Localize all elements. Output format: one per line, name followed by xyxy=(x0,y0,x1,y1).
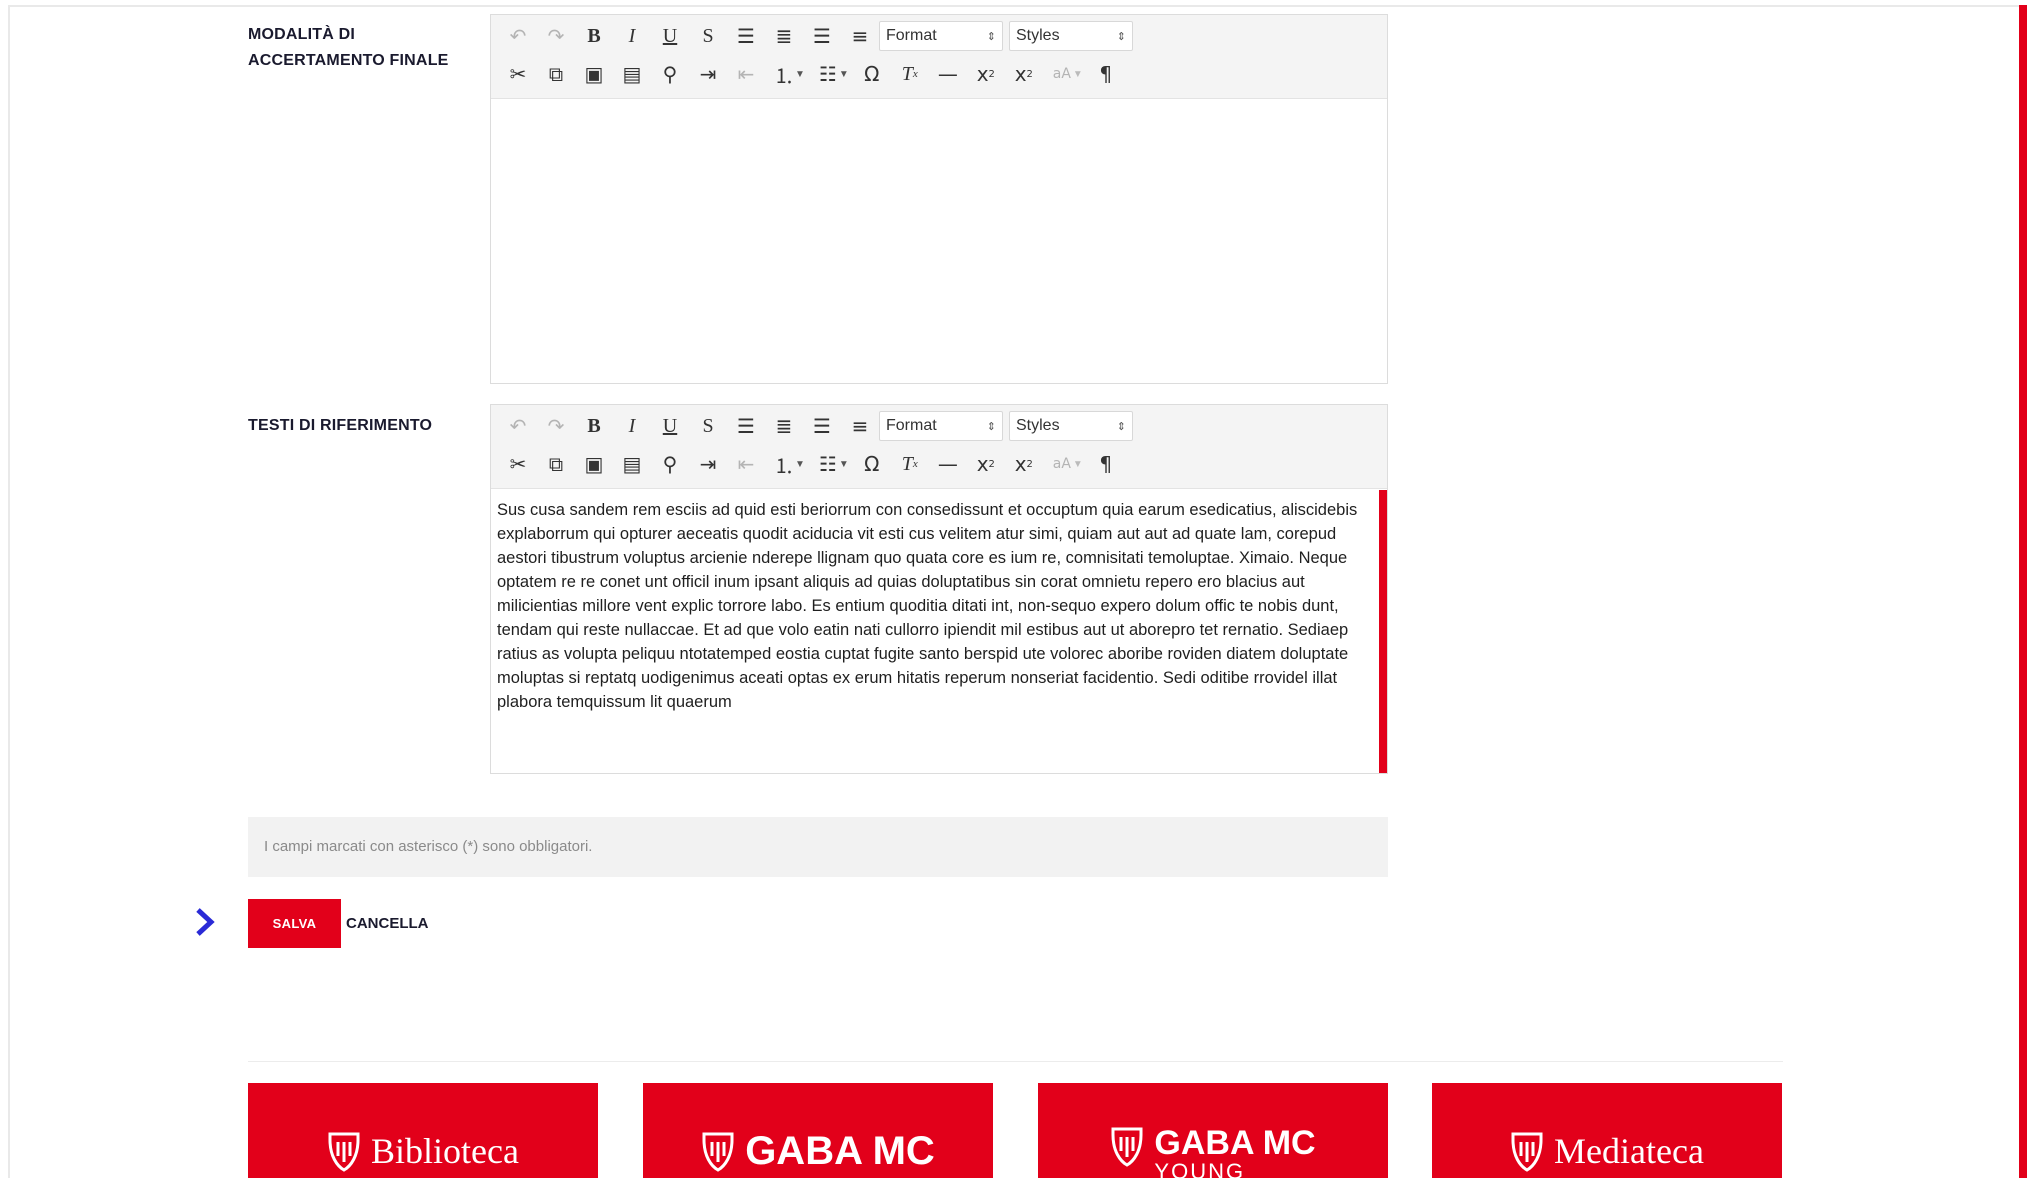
copy-icon[interactable]: ⧉ xyxy=(537,58,575,90)
gaba-logo-icon xyxy=(1111,1127,1143,1167)
undo-icon[interactable]: ↶ xyxy=(499,410,537,442)
dropdown-arrow-icon[interactable]: ▼ xyxy=(795,69,805,80)
styles-select[interactable]: Styles ⇕ xyxy=(1009,21,1133,51)
underline-icon[interactable]: U xyxy=(651,410,689,442)
paste-text-icon[interactable]: ▤ xyxy=(613,58,651,90)
special-char-icon[interactable]: Ω xyxy=(853,448,891,480)
redo-icon[interactable]: ↷ xyxy=(537,410,575,442)
editor-toolbar: ↶ ↷ B I U S ☰ ≣ ☰ ≡ Format ⇕ Styles ⇕ ✂ ⧉ … xyxy=(491,405,1387,489)
strike-icon[interactable]: S xyxy=(689,410,727,442)
field-label-modalita: MODALITÀ DI ACCERTAMENTO FINALE xyxy=(248,26,449,69)
field-label-testi: TESTI DI RIFERIMENTO xyxy=(248,417,433,434)
align-center-icon[interactable]: ≣ xyxy=(765,410,803,442)
tile-mediateca[interactable]: Mediateca xyxy=(1432,1083,1782,1178)
bold-icon[interactable]: B xyxy=(575,410,613,442)
clear-format-icon[interactable]: Tx xyxy=(891,58,929,90)
tile-biblioteca[interactable]: Biblioteca xyxy=(248,1083,598,1178)
format-select-label: Format xyxy=(886,417,937,434)
editor-modalita[interactable]: ↶ ↷ B I U S ☰ ≣ ☰ ≡ Format ⇕ Styles ⇕ ✂ ⧉ … xyxy=(490,14,1388,384)
indent-icon[interactable]: ⇥ xyxy=(689,448,727,480)
select-arrows-icon: ⇕ xyxy=(986,419,996,433)
align-right-icon[interactable]: ≡ xyxy=(841,410,879,442)
paste-icon[interactable]: ▣ xyxy=(575,58,613,90)
horizontal-rule-icon[interactable]: — xyxy=(929,448,967,480)
toolbar-row-1: ↶ ↷ B I U S ☰ ≣ ☰ ≡ Format ⇕ Styles ⇕ xyxy=(499,19,1139,53)
redo-icon[interactable]: ↷ xyxy=(537,20,575,52)
editor-testi[interactable]: ↶ ↷ B I U S ☰ ≣ ☰ ≡ Format ⇕ Styles ⇕ ✂ ⧉ … xyxy=(490,404,1388,774)
align-center-icon[interactable]: ≣ xyxy=(765,20,803,52)
tile-gaba-mc[interactable]: GABA MC xyxy=(643,1083,993,1178)
align-justify-icon[interactable]: ☰ xyxy=(727,20,765,52)
tile-subtitle: YOUNG xyxy=(1154,1159,1246,1178)
tile-title: GABA MC xyxy=(745,1129,935,1173)
align-left-icon[interactable]: ☰ xyxy=(803,410,841,442)
superscript-icon[interactable]: x2 xyxy=(1005,58,1043,90)
cancel-button[interactable]: CANCELLA xyxy=(346,911,429,937)
gaba-logo-icon xyxy=(702,1132,734,1172)
dropdown-arrow-icon[interactable]: ▼ xyxy=(839,69,849,80)
indent-icon[interactable]: ⇥ xyxy=(689,58,727,90)
paste-text-icon[interactable]: ▤ xyxy=(613,448,651,480)
align-left-icon[interactable]: ☰ xyxy=(803,20,841,52)
align-justify-icon[interactable]: ☰ xyxy=(727,410,765,442)
bold-icon[interactable]: B xyxy=(575,20,613,52)
tile-gaba-mc-young[interactable]: GABA MC YOUNG xyxy=(1038,1083,1388,1178)
special-char-icon[interactable]: Ω xyxy=(853,58,891,90)
tile-title-stack: GABA MC YOUNG xyxy=(1154,1125,1315,1178)
select-arrows-icon: ⇕ xyxy=(1116,29,1126,43)
cut-icon[interactable]: ✂ xyxy=(499,448,537,480)
align-right-icon[interactable]: ≡ xyxy=(841,20,879,52)
right-accent-stripe xyxy=(2019,5,2027,1178)
outdent-icon[interactable]: ⇤ xyxy=(727,58,765,90)
horizontal-rule-icon[interactable]: — xyxy=(929,58,967,90)
paste-icon[interactable]: ▣ xyxy=(575,448,613,480)
outdent-icon[interactable]: ⇤ xyxy=(727,448,765,480)
dropdown-arrow-icon[interactable]: ▼ xyxy=(1073,459,1083,470)
save-button[interactable]: SALVA xyxy=(248,899,341,948)
cut-icon[interactable]: ✂ xyxy=(499,58,537,90)
paragraph-icon[interactable]: ¶ xyxy=(1087,448,1125,480)
tile-title: Biblioteca xyxy=(371,1131,519,1171)
dropdown-arrow-icon[interactable]: ▼ xyxy=(839,459,849,470)
toolbar-row-1: ↶ ↷ B I U S ☰ ≣ ☰ ≡ Format ⇕ Styles ⇕ xyxy=(499,409,1139,443)
format-select-label: Format xyxy=(886,27,937,44)
toolbar-row-2: ✂ ⧉ ▣ ▤ ⚲ ⇥ ⇤ ⒈ ▼ ☷ ▼ Ω Tx — x2 x2 aA ▼ ¶ xyxy=(499,447,1125,481)
gaba-logo-icon xyxy=(328,1132,360,1172)
editor-toolbar: ↶ ↷ B I U S ☰ ≣ ☰ ≡ Format ⇕ Styles ⇕ ✂ ⧉ … xyxy=(491,15,1387,99)
subscript-icon[interactable]: x2 xyxy=(967,58,1005,90)
clear-format-icon[interactable]: Tx xyxy=(891,448,929,480)
format-select[interactable]: Format ⇕ xyxy=(879,411,1003,441)
tile-title: Mediateca xyxy=(1554,1131,1704,1171)
find-icon[interactable]: ⚲ xyxy=(651,448,689,480)
footer-divider xyxy=(248,1061,1783,1062)
dropdown-arrow-icon[interactable]: ▼ xyxy=(795,459,805,470)
subscript-icon[interactable]: x2 xyxy=(967,448,1005,480)
find-icon[interactable]: ⚲ xyxy=(651,58,689,90)
editor-content-area[interactable]: Sus cusa sandem rem esciis ad quid esti … xyxy=(491,490,1387,773)
tile-title: GABA MC xyxy=(1154,1124,1316,1162)
styles-select-label: Styles xyxy=(1016,27,1060,44)
format-select[interactable]: Format ⇕ xyxy=(879,21,1003,51)
copy-icon[interactable]: ⧉ xyxy=(537,448,575,480)
chevron-right-icon xyxy=(196,908,215,936)
select-arrows-icon: ⇕ xyxy=(986,29,996,43)
select-arrows-icon: ⇕ xyxy=(1116,419,1126,433)
superscript-icon[interactable]: x2 xyxy=(1005,448,1043,480)
dropdown-arrow-icon[interactable]: ▼ xyxy=(1073,69,1083,80)
toolbar-row-2: ✂ ⧉ ▣ ▤ ⚲ ⇥ ⇤ ⒈ ▼ ☷ ▼ Ω Tx — x2 x2 aA ▼ ¶ xyxy=(499,57,1125,91)
required-fields-notice: I campi marcati con asterisco (*) sono o… xyxy=(248,817,1388,877)
editor-content-area[interactable] xyxy=(491,100,1387,383)
underline-icon[interactable]: U xyxy=(651,20,689,52)
italic-icon[interactable]: I xyxy=(613,20,651,52)
gaba-logo-icon xyxy=(1511,1132,1543,1172)
italic-icon[interactable]: I xyxy=(613,410,651,442)
styles-select-label: Styles xyxy=(1016,417,1060,434)
paragraph-icon[interactable]: ¶ xyxy=(1087,58,1125,90)
styles-select[interactable]: Styles ⇕ xyxy=(1009,411,1133,441)
editor-text-content[interactable]: Sus cusa sandem rem esciis ad quid esti … xyxy=(497,498,1369,714)
undo-icon[interactable]: ↶ xyxy=(499,20,537,52)
strike-icon[interactable]: S xyxy=(689,20,727,52)
